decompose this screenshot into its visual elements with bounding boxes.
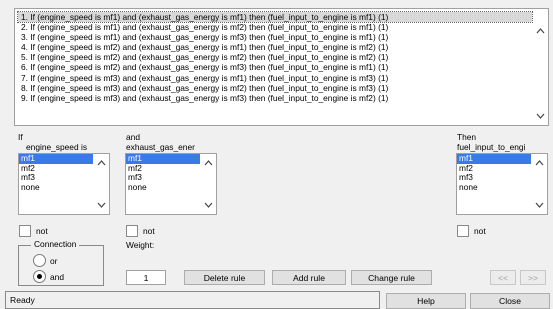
rule-item[interactable]: 3. If (engine_speed is mf1) and (exhaust…	[18, 32, 532, 42]
rule-item[interactable]: 2. If (engine_speed is mf1) and (exhaust…	[18, 22, 532, 32]
input2-scrollbar[interactable]	[200, 154, 216, 214]
input2-not-checkbox[interactable]	[126, 225, 138, 237]
output-not-checkbox[interactable]	[457, 225, 469, 237]
scroll-down-icon[interactable]	[533, 108, 548, 123]
input1-mf-list[interactable]: mf1 mf2 mf3 none	[18, 153, 110, 215]
connection-and-label: and	[50, 272, 64, 282]
scroll-down-icon[interactable]	[200, 198, 216, 212]
rule-item[interactable]: 8. If (engine_speed is mf3) and (exhaust…	[18, 83, 532, 93]
add-rule-button[interactable]: Add rule	[272, 270, 346, 285]
weight-input[interactable]: 1	[126, 270, 166, 285]
connection-and-radio[interactable]	[33, 270, 46, 283]
output-scrollbar[interactable]	[531, 154, 547, 214]
status-bar: Ready	[5, 291, 380, 309]
rule-item[interactable]: 6. If (engine_speed is mf2) and (exhaust…	[18, 62, 532, 72]
scroll-up-icon[interactable]	[200, 156, 216, 170]
if-label: If	[18, 132, 23, 142]
rule-item[interactable]: 9. If (engine_speed is mf3) and (exhaust…	[18, 93, 532, 103]
connection-title: Connection	[31, 239, 80, 249]
input2-mf-list[interactable]: mf1 mf2 mf3 none	[125, 153, 217, 215]
connection-or-label: or	[50, 256, 58, 266]
output-name-label: fuel_input_to_engi	[457, 142, 526, 152]
rule-item[interactable]: 4. If (engine_speed is mf2) and (exhaust…	[18, 42, 532, 52]
change-rule-button[interactable]: Change rule	[351, 270, 432, 285]
scroll-up-icon[interactable]	[93, 156, 109, 170]
scroll-up-icon[interactable]	[533, 23, 548, 38]
connection-or-radio[interactable]	[33, 254, 46, 267]
input2-name-label: exhaust_gas_ener	[126, 142, 195, 152]
weight-label: Weight:	[126, 240, 155, 250]
scroll-up-icon[interactable]	[531, 156, 547, 170]
delete-rule-button[interactable]: Delete rule	[184, 270, 265, 285]
rule-item[interactable]: 7. If (engine_speed is mf3) and (exhaust…	[18, 73, 532, 83]
rule-item[interactable]: 1. If (engine_speed is mf1) and (exhaust…	[17, 10, 533, 24]
radio-selected-dot	[37, 274, 42, 279]
rules-scrollbar[interactable]	[533, 9, 548, 125]
previous-button[interactable]: <<	[490, 270, 516, 285]
output-not-label: not	[474, 226, 486, 236]
help-button[interactable]: Help	[386, 293, 466, 309]
close-button[interactable]: Close	[470, 293, 550, 309]
input1-name-label: engine_speed is	[26, 142, 88, 152]
and-label: and	[126, 132, 140, 142]
input2-not-label: not	[143, 226, 155, 236]
next-button[interactable]: >>	[520, 270, 546, 285]
scroll-down-icon[interactable]	[531, 198, 547, 212]
input1-scrollbar[interactable]	[93, 154, 109, 214]
input1-not-label: not	[36, 226, 48, 236]
scroll-down-icon[interactable]	[93, 198, 109, 212]
input1-not-checkbox[interactable]	[19, 225, 31, 237]
rule-item[interactable]: 5. If (engine_speed is mf2) and (exhaust…	[18, 52, 532, 62]
rules-list[interactable]: 1. If (engine_speed is mf1) and (exhaust…	[14, 8, 549, 126]
then-label: Then	[457, 132, 477, 142]
output-mf-list[interactable]: mf1 mf2 mf3 none	[456, 153, 548, 215]
